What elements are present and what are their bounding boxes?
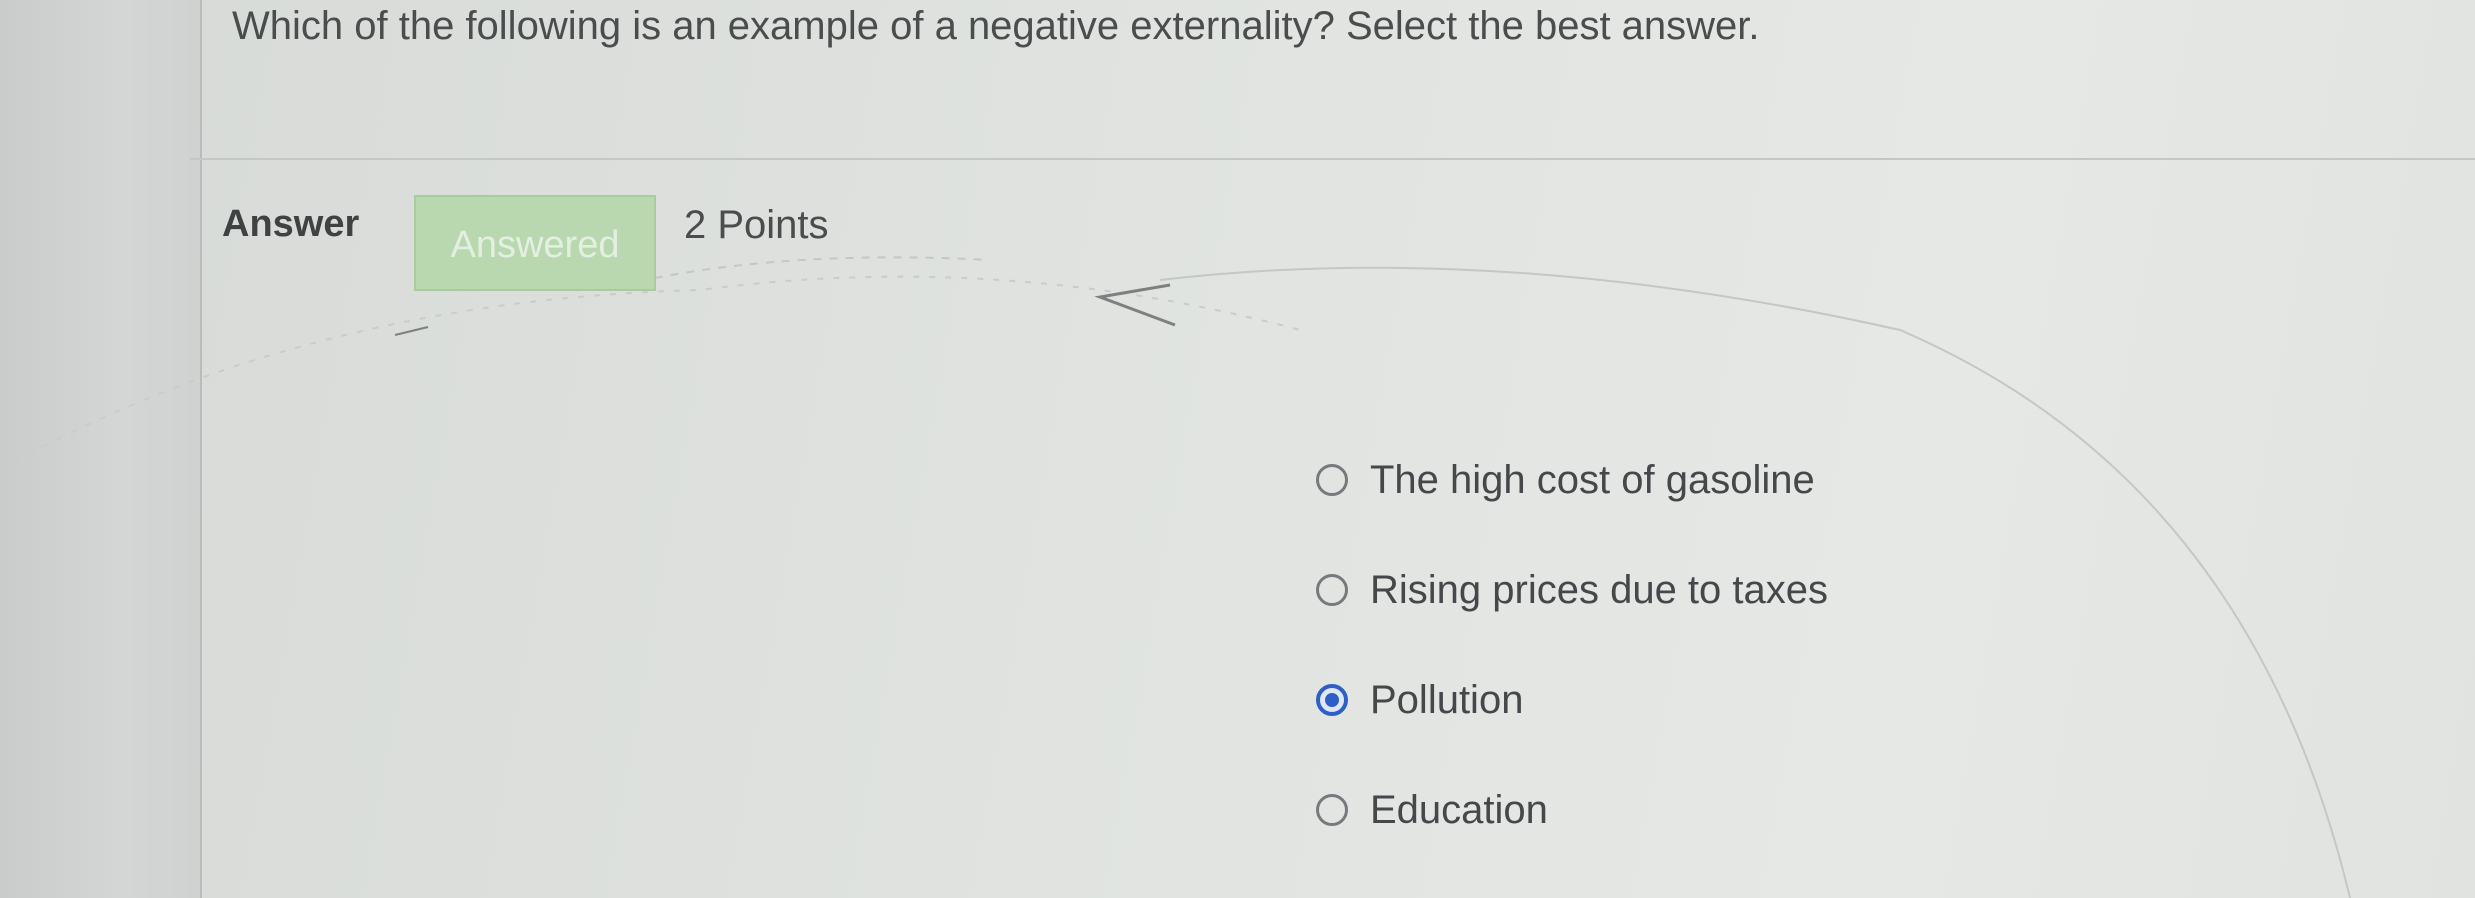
radio-button-unselected[interactable] [1316,794,1348,826]
answered-status-badge: Answered [414,195,656,291]
answer-label: Answer [222,203,360,245]
left-margin [0,0,202,898]
option-pollution[interactable]: Pollution [1316,670,1523,730]
option-label: The high cost of gasoline [1370,457,1815,502]
option-label: Pollution [1370,677,1524,722]
question-panel [202,0,2475,898]
question-text: Which of the following is an example of … [232,4,1760,48]
divider [190,158,2475,160]
radio-button-unselected[interactable] [1316,574,1348,606]
option-high-cost-of-gasoline[interactable]: The high cost of gasoline [1316,450,1815,510]
points-label: 2 Points [684,203,829,247]
option-rising-prices-due-to-taxes[interactable]: Rising prices due to taxes [1316,560,1828,620]
radio-button-selected[interactable] [1316,684,1348,716]
option-label: Rising prices due to taxes [1370,567,1829,612]
option-education[interactable]: Education [1316,780,1548,840]
radio-button-unselected[interactable] [1316,464,1348,496]
option-label: Education [1370,787,1548,832]
